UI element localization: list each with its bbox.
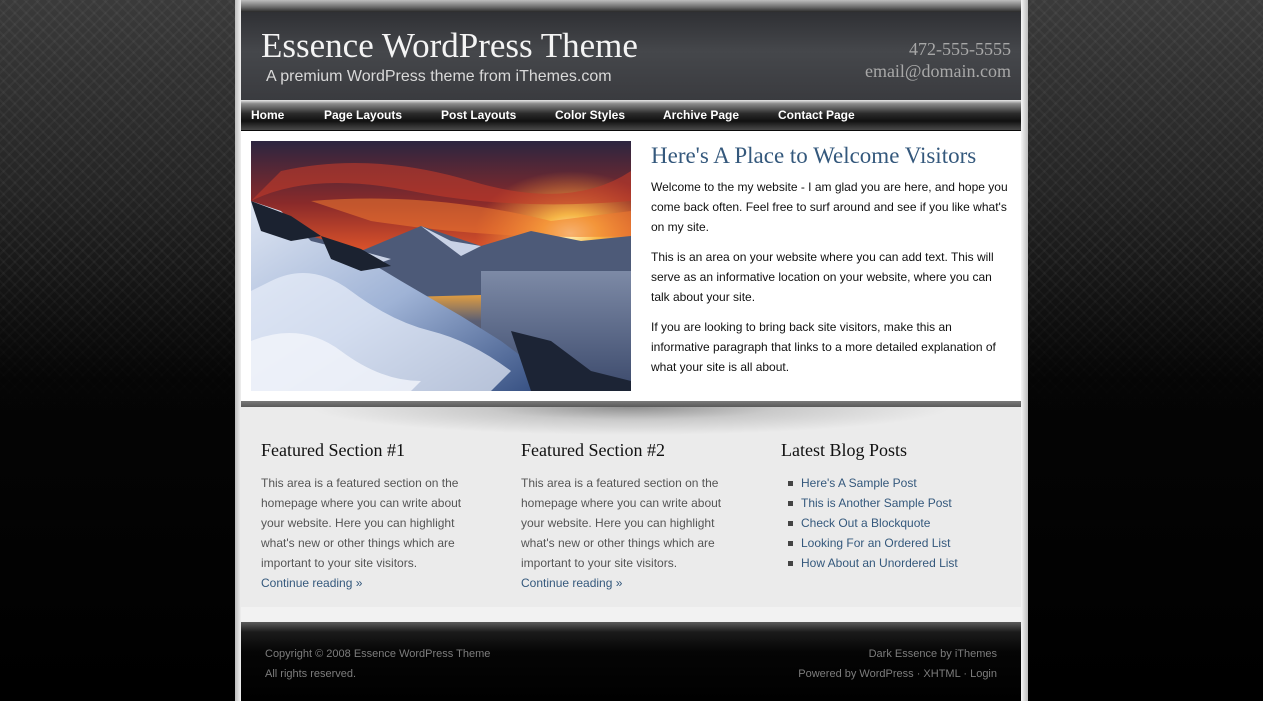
- square-bullet-icon: [788, 521, 793, 526]
- latest-post-label: Looking For an Ordered List: [801, 536, 951, 550]
- latest-post-label: This is Another Sample Post: [801, 496, 952, 510]
- ithemes-link[interactable]: iThemes: [955, 648, 997, 660]
- footer-credits: Dark Essence by iThemes Powered by WordP…: [798, 644, 997, 684]
- latest-post-link[interactable]: Looking For an Ordered List: [781, 533, 996, 553]
- login-link[interactable]: Login: [970, 668, 997, 680]
- wordpress-link[interactable]: Powered by WordPress: [798, 668, 913, 680]
- footer-copyright: Copyright © 2008 Essence WordPress Theme…: [265, 644, 490, 684]
- main-nav: Home Page Layouts Post Layouts Color Sty…: [241, 100, 1021, 131]
- nav-item-archive-page[interactable]: Archive Page: [663, 108, 739, 122]
- latest-post-link[interactable]: This is Another Sample Post: [781, 493, 996, 513]
- nav-item-contact-page[interactable]: Contact Page: [778, 108, 855, 122]
- rights-text: All rights reserved.: [265, 668, 357, 680]
- top-strip: [241, 0, 1021, 12]
- latest-post-link[interactable]: Here's A Sample Post: [781, 473, 996, 493]
- site-footer: Copyright © 2008 Essence WordPress Theme…: [241, 622, 1021, 701]
- contact-info: 472-555-5555 email@domain.com: [865, 38, 1011, 82]
- nav-item-home[interactable]: Home: [251, 108, 284, 122]
- welcome-paragraph-1: Welcome to the my website - I am glad yo…: [651, 180, 1008, 234]
- latest-posts-list: Here's A Sample Post This is Another Sam…: [781, 473, 996, 573]
- featured-1-text: This area is a featured section on the h…: [261, 476, 462, 570]
- featured-2-title: Featured Section #2: [521, 440, 665, 460]
- latest-posts-title: Latest Blog Posts: [781, 440, 908, 460]
- latest-post-link[interactable]: Check Out a Blockquote: [781, 513, 996, 533]
- featured-1-continue-link[interactable]: Continue reading »: [261, 576, 362, 590]
- footer-links: Powered by WordPress · XHTML · Login: [798, 664, 997, 684]
- xhtml-link[interactable]: XHTML: [923, 668, 960, 680]
- hero-image-graphic: [251, 141, 631, 391]
- nav-item-page-layouts[interactable]: Page Layouts: [324, 108, 402, 122]
- copyright-text: Copyright © 2008 Essence WordPress Theme: [265, 648, 491, 660]
- welcome-text: Here's A Place to Welcome Visitors Welco…: [651, 143, 1011, 387]
- nav-item-post-layouts[interactable]: Post Layouts: [441, 108, 516, 122]
- latest-posts-section: Latest Blog Posts Here's A Sample Post T…: [781, 440, 996, 573]
- welcome-section: Here's A Place to Welcome Visitors Welco…: [241, 131, 1021, 401]
- square-bullet-icon: [788, 501, 793, 506]
- separator: ·: [960, 668, 971, 680]
- featured-1-title: Featured Section #1: [261, 440, 405, 460]
- square-bullet-icon: [788, 561, 793, 566]
- latest-post-link[interactable]: How About an Unordered List: [781, 553, 996, 573]
- email-address[interactable]: email@domain.com: [865, 60, 1011, 82]
- credit-prefix: Dark Essence by: [868, 648, 955, 660]
- featured-2-text: This area is a featured section on the h…: [521, 476, 722, 570]
- featured-2-continue-link[interactable]: Continue reading »: [521, 576, 622, 590]
- site-title[interactable]: Essence WordPress Theme: [261, 26, 638, 66]
- divider-shadow: [241, 407, 1021, 443]
- nav-item-color-styles[interactable]: Color Styles: [555, 108, 625, 122]
- wrapper-edge-right: [1022, 0, 1028, 701]
- latest-post-label: How About an Unordered List: [801, 556, 958, 570]
- welcome-title: Here's A Place to Welcome Visitors: [651, 143, 977, 168]
- latest-post-label: Check Out a Blockquote: [801, 516, 931, 530]
- separator: ·: [913, 668, 924, 680]
- welcome-paragraph-3: If you are looking to bring back site vi…: [651, 320, 996, 374]
- site-tagline: A premium WordPress theme from iThemes.c…: [266, 68, 612, 85]
- theme-credit: Dark Essence by iThemes: [798, 644, 997, 664]
- hero-image-mountain-sunset: [251, 141, 631, 391]
- phone-number: 472-555-5555: [909, 39, 1011, 59]
- page-wrapper: Essence WordPress Theme A premium WordPr…: [235, 0, 1028, 701]
- featured-section-2: Featured Section #2 This area is a featu…: [521, 440, 736, 593]
- square-bullet-icon: [788, 481, 793, 486]
- featured-section-1: Featured Section #1 This area is a featu…: [261, 440, 476, 593]
- page-content: Essence WordPress Theme A premium WordPr…: [241, 0, 1021, 701]
- welcome-paragraph-2: This is an area on your website where yo…: [651, 250, 994, 304]
- site-header: Essence WordPress Theme A premium WordPr…: [241, 12, 1021, 100]
- latest-post-label: Here's A Sample Post: [801, 476, 917, 490]
- square-bullet-icon: [788, 541, 793, 546]
